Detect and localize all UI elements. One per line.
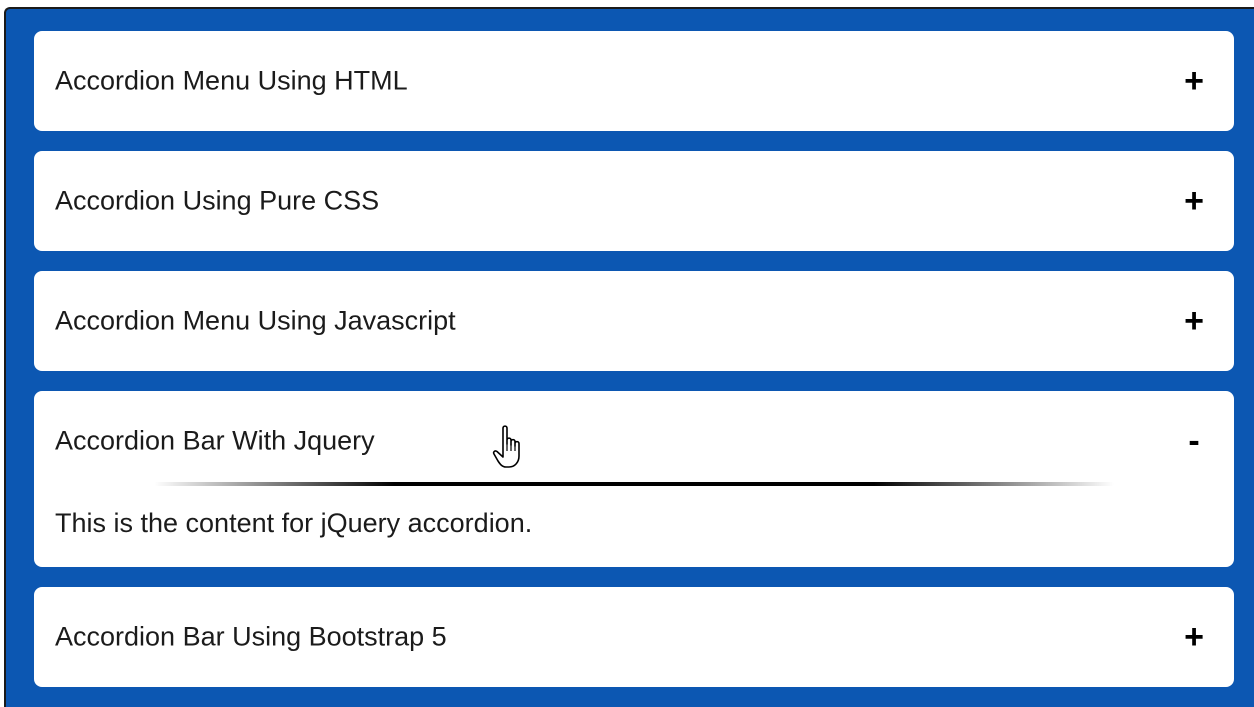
- hand-pointer-icon: [492, 425, 520, 468]
- accordion-item-javascript[interactable]: Accordion Menu Using Javascript +: [34, 271, 1234, 371]
- accordion-content: This is the content for jQuery accordion…: [55, 508, 533, 538]
- minus-icon[interactable]: -: [1180, 424, 1208, 458]
- accordion-header[interactable]: Accordion Using Pure CSS +: [34, 151, 1234, 251]
- accordion-header[interactable]: Accordion Bar Using Bootstrap 5 +: [34, 587, 1234, 687]
- accordion-title: Accordion Menu Using Javascript: [55, 305, 456, 336]
- accordion-item-html[interactable]: Accordion Menu Using HTML +: [34, 31, 1234, 131]
- accordion-header[interactable]: Accordion Menu Using HTML +: [34, 31, 1234, 131]
- accordion-title: Accordion Bar Using Bootstrap 5: [55, 621, 447, 652]
- accordion-header[interactable]: Accordion Menu Using Javascript +: [34, 271, 1234, 371]
- accordion-title: Accordion Using Pure CSS: [55, 185, 380, 216]
- accordion-item-bootstrap[interactable]: Accordion Bar Using Bootstrap 5 +: [34, 587, 1234, 687]
- accordion-item-pure-css[interactable]: Accordion Using Pure CSS +: [34, 151, 1234, 251]
- content-divider: [154, 482, 1114, 486]
- plus-icon[interactable]: +: [1180, 620, 1208, 654]
- accordion-title: Accordion Bar With Jquery: [55, 425, 375, 456]
- plus-icon[interactable]: +: [1180, 304, 1208, 338]
- accordion-title: Accordion Menu Using HTML: [55, 65, 408, 96]
- accordion-header[interactable]: Accordion Bar With Jquery -: [34, 391, 1234, 491]
- plus-icon[interactable]: +: [1180, 64, 1208, 98]
- accordion-container: Accordion Menu Using HTML + Accordion Us…: [4, 7, 1254, 707]
- accordion-item-jquery[interactable]: Accordion Bar With Jquery - This is the …: [34, 391, 1234, 567]
- plus-icon[interactable]: +: [1180, 184, 1208, 218]
